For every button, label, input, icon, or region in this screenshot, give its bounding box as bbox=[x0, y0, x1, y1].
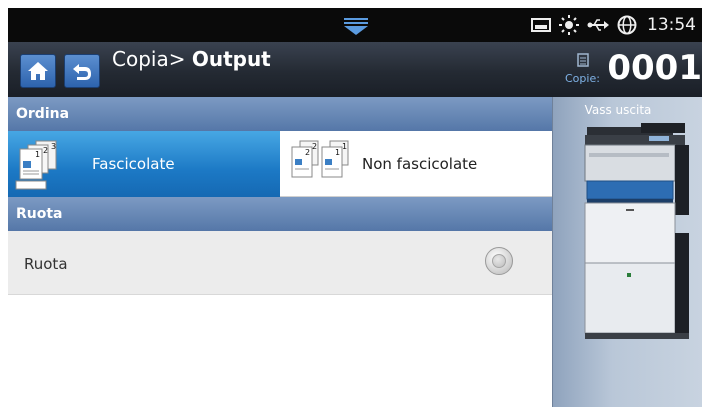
empty-area bbox=[8, 295, 552, 407]
section-header-collate: Ordina bbox=[8, 97, 552, 131]
copies-label: Copie: bbox=[565, 72, 600, 85]
output-tray-title: Vass uscita bbox=[584, 103, 652, 117]
section-header-rotate: Ruota bbox=[8, 197, 552, 231]
uncollated-pages-icon: 2 2 1 1 bbox=[291, 140, 349, 178]
svg-text:2: 2 bbox=[43, 146, 48, 155]
svg-text:1: 1 bbox=[342, 142, 347, 151]
home-icon bbox=[28, 62, 48, 80]
clock: 13:54 bbox=[647, 15, 696, 35]
svg-text:1: 1 bbox=[35, 150, 40, 159]
title-bar: Copia> Output Copie: 0001 bbox=[8, 42, 702, 97]
uncollated-option-button[interactable]: 2 2 1 1 Non fascicolate bbox=[280, 131, 552, 197]
globe-icon bbox=[617, 15, 637, 35]
svg-text:2: 2 bbox=[305, 148, 310, 157]
svg-text:3: 3 bbox=[51, 142, 56, 151]
page-title-current: Output bbox=[191, 47, 271, 71]
printer-illustration-icon bbox=[584, 123, 689, 339]
usb-icon bbox=[587, 18, 609, 32]
uncollated-option-label: Non fascicolate bbox=[362, 155, 478, 173]
back-icon bbox=[73, 64, 91, 80]
collated-option-button[interactable]: 3 2 1 Fascicolate bbox=[8, 131, 280, 197]
rotate-label: Ruota bbox=[24, 255, 68, 273]
breadcrumb: Copia> bbox=[112, 47, 186, 71]
device-screen: 13:54 Copia> Output Copie: 0001 Ordina 3… bbox=[8, 8, 702, 407]
back-button[interactable] bbox=[64, 54, 100, 88]
copies-icon bbox=[577, 52, 589, 71]
copies-count[interactable]: 0001 bbox=[607, 48, 702, 88]
rotate-row[interactable]: Ruota bbox=[8, 231, 552, 295]
output-tray-panel: Vass uscita bbox=[552, 97, 702, 407]
home-button[interactable] bbox=[20, 54, 56, 88]
rotate-radio-button[interactable] bbox=[485, 247, 513, 275]
brightness-icon bbox=[559, 15, 579, 35]
page-title: Copia> Output bbox=[112, 47, 271, 71]
svg-text:2: 2 bbox=[312, 142, 317, 151]
pull-down-handle-icon[interactable] bbox=[342, 15, 370, 37]
status-bar: 13:54 bbox=[8, 8, 702, 42]
collated-option-label: Fascicolate bbox=[92, 155, 175, 173]
toner-icon bbox=[531, 17, 551, 33]
collated-pages-icon: 3 2 1 bbox=[15, 140, 57, 190]
svg-text:1: 1 bbox=[335, 148, 340, 157]
